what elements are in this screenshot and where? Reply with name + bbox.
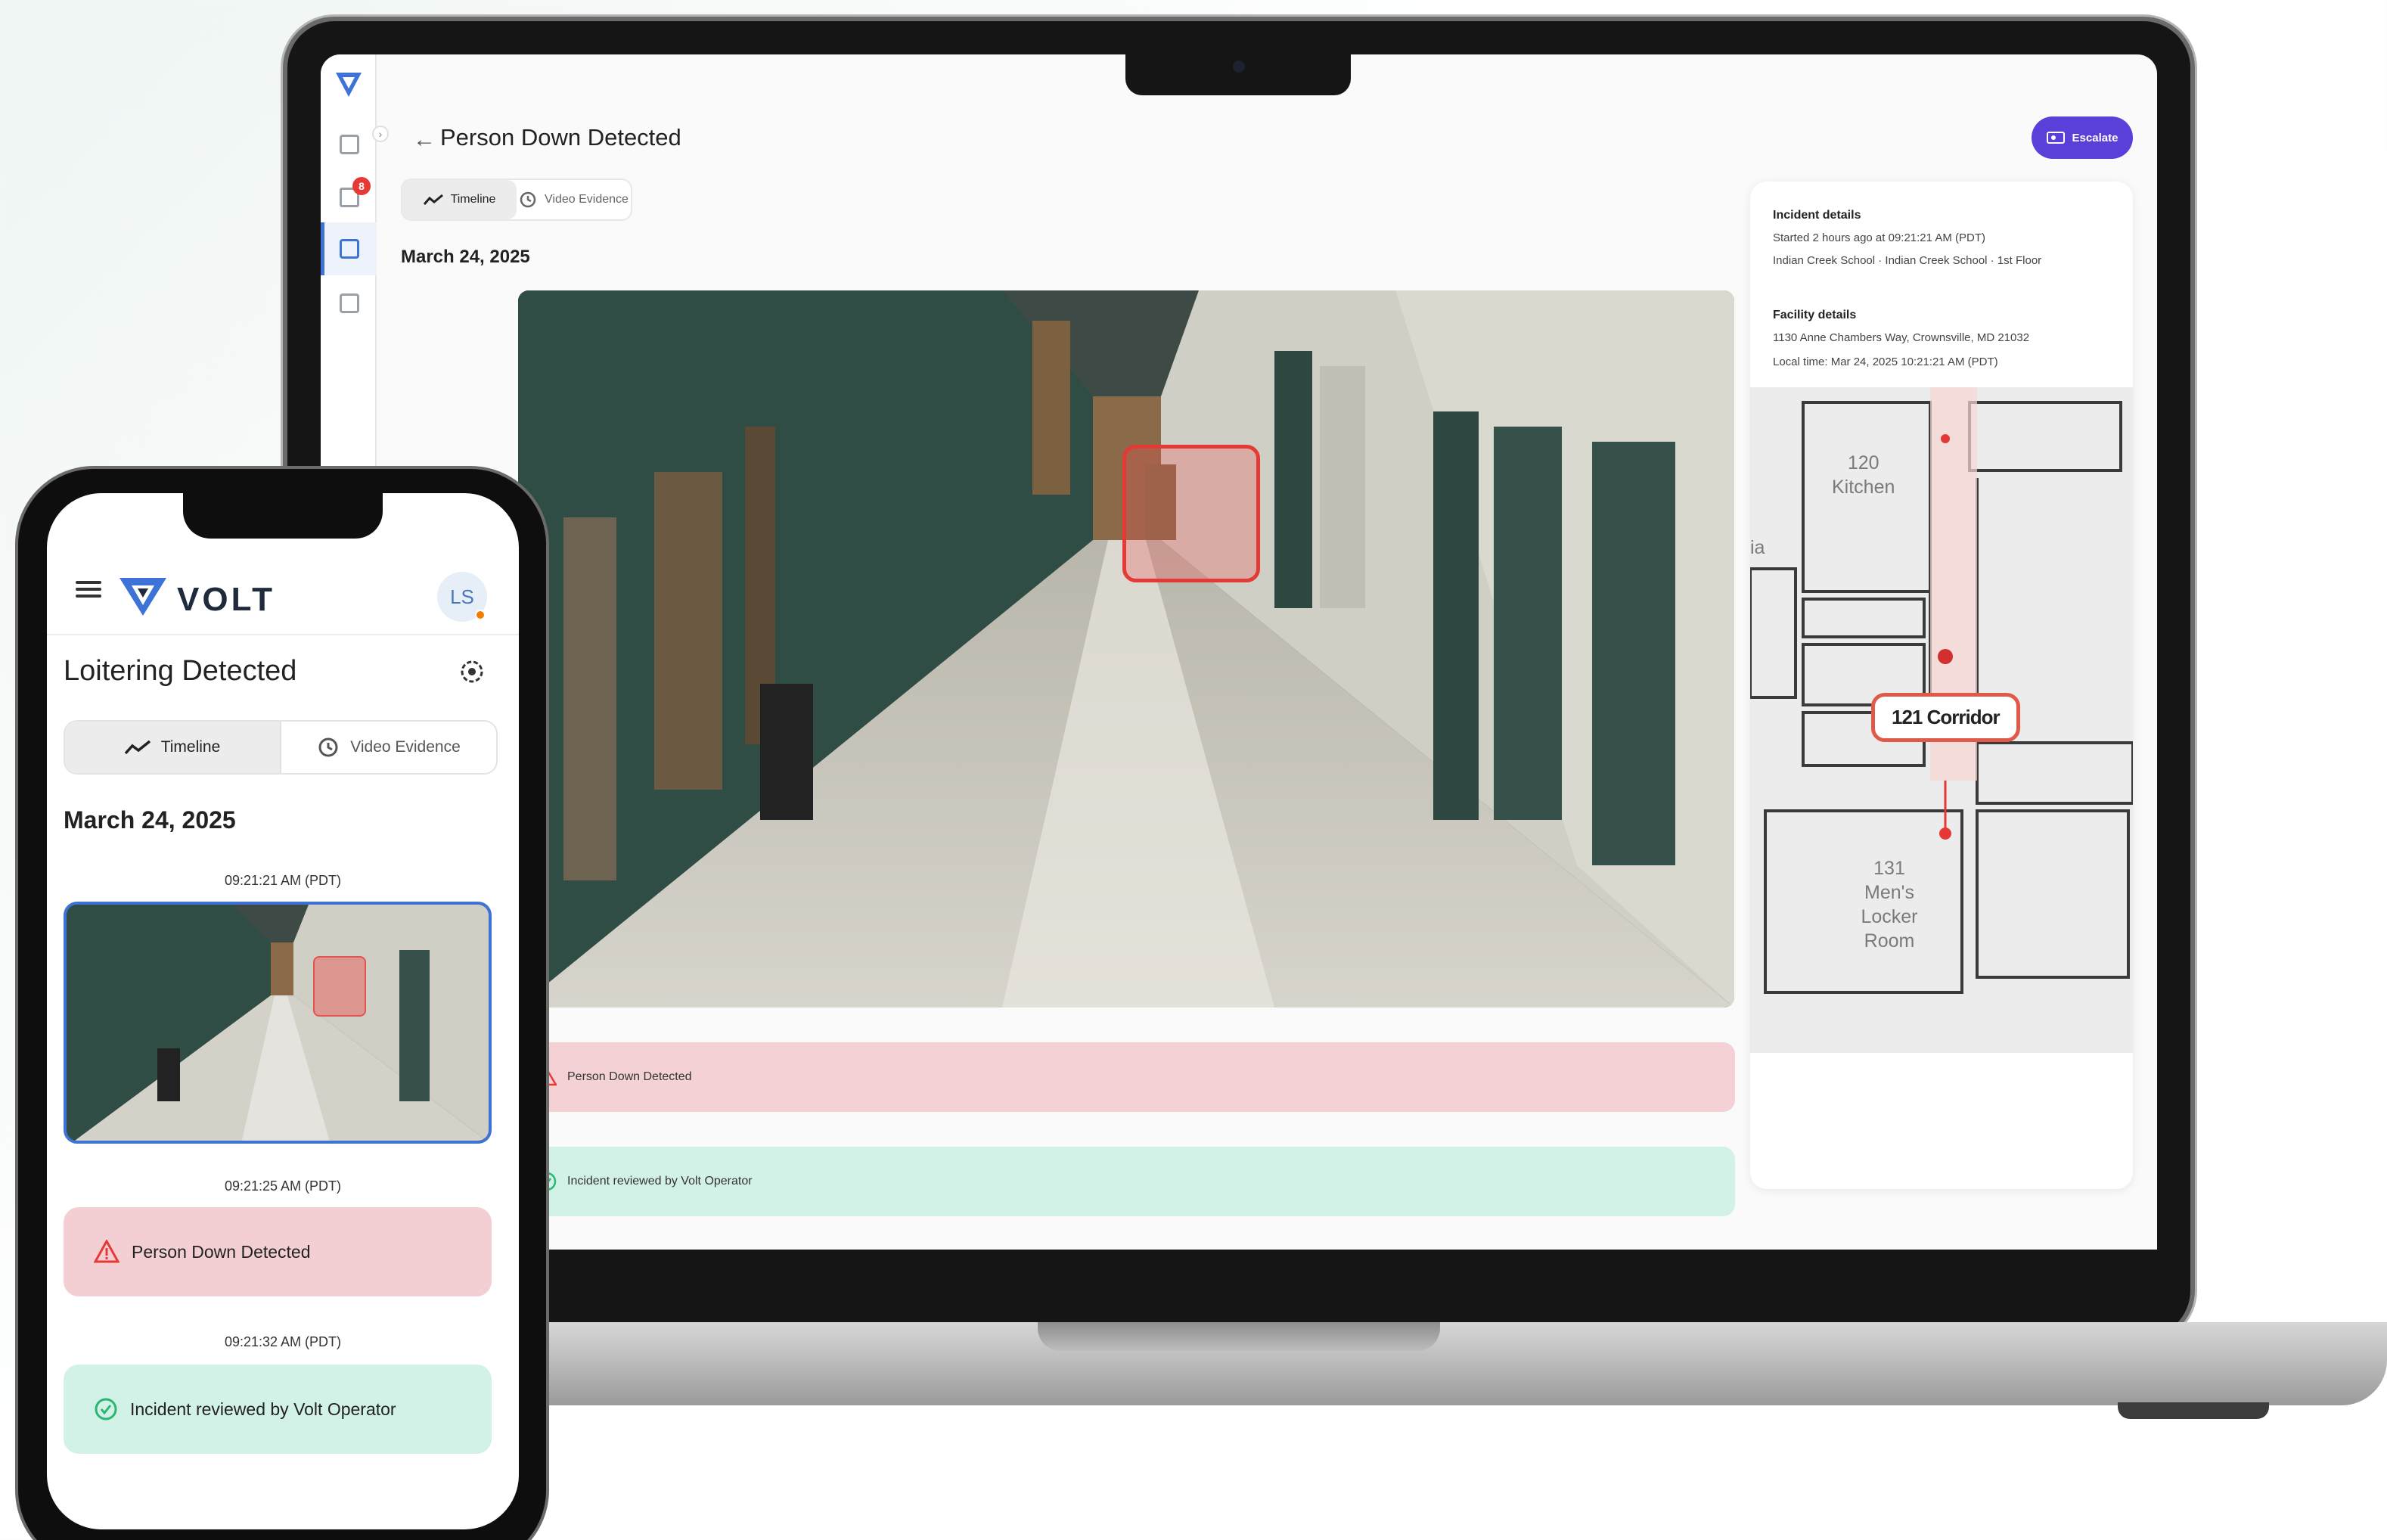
event-card-alert[interactable]: Person Down Detected xyxy=(537,1042,1735,1112)
event-label: Person Down Detected xyxy=(567,1070,692,1083)
tab-timeline[interactable]: Timeline xyxy=(402,180,517,219)
incident-location: Indian Creek School · Indian Creek Schoo… xyxy=(1773,254,2042,267)
timeline-card-label: Person Down Detected xyxy=(132,1241,311,1262)
volt-logo-icon[interactable] xyxy=(118,573,168,617)
tab-video-evidence[interactable]: Video Evidence xyxy=(517,180,631,219)
map-location-label[interactable]: 121 Corridor xyxy=(1871,693,2020,742)
tab-label: Timeline xyxy=(450,193,496,206)
target-settings-icon[interactable] xyxy=(458,658,486,685)
page-title: Person Down Detected xyxy=(440,124,681,151)
detection-bounding-box xyxy=(313,956,366,1017)
document-icon[interactable] xyxy=(340,239,359,259)
facility-local-time: Local time: Mar 24, 2025 10:21:21 AM (PD… xyxy=(1773,356,1998,368)
laptop-foot xyxy=(2118,1402,2269,1419)
laptop-groove xyxy=(1038,1322,1440,1351)
video-thumbnail[interactable] xyxy=(64,902,492,1144)
facility-details-heading: Facility details xyxy=(1773,309,1857,321)
facility-address: 1130 Anne Chambers Way, Crownsville, MD … xyxy=(1773,331,2030,344)
room-label-partial: ia xyxy=(1750,537,1765,558)
event-label: Incident reviewed by Volt Operator xyxy=(567,1175,753,1188)
hallway-thumbnail-image xyxy=(67,905,489,1141)
phone-notch xyxy=(183,493,383,539)
video-frame[interactable] xyxy=(518,290,1734,1008)
check-circle-icon xyxy=(95,1398,117,1420)
trend-line-icon xyxy=(423,194,443,205)
volt-logo-icon[interactable] xyxy=(333,68,365,100)
laptop-screen: › 8 ← Person Down Detected Escalate Time… xyxy=(321,54,2157,1250)
incident-started: Started 2 hours ago at 09:21:21 AM (PDT) xyxy=(1773,231,1985,244)
tab-label: Video Evidence xyxy=(545,193,629,206)
phone-header: VOLT LS xyxy=(47,560,519,635)
timeline-timestamp: 09:21:25 AM (PDT) xyxy=(224,1178,342,1194)
timeline-timestamp: 09:21:32 AM (PDT) xyxy=(224,1334,342,1349)
sidebar-expand-chevron-icon[interactable]: › xyxy=(372,126,389,142)
notification-badge: 8 xyxy=(352,177,371,195)
details-panel: Incident details Started 2 hours ago at … xyxy=(1750,182,2133,1189)
camera-icon xyxy=(1233,61,1245,73)
phone-view-tabs: Timeline Video Evidence xyxy=(64,720,498,775)
detection-bounding-box[interactable] xyxy=(1122,445,1260,582)
floor-map[interactable]: 120 Kitchen 131 Men's Locker Room ia 121 Cor… xyxy=(1750,387,2133,1053)
laptop-notch xyxy=(1125,51,1351,95)
status-dot xyxy=(475,610,486,620)
escalate-button[interactable]: Escalate xyxy=(2032,116,2133,159)
room-label-locker: 131 Men's Locker Room xyxy=(1861,858,1918,952)
hallway-camera-image xyxy=(518,290,1734,1008)
timeline-date: March 24, 2025 xyxy=(401,247,530,267)
timeline-timestamp: 09:21:21 AM (PDT) xyxy=(224,873,342,888)
phone-page-title: Loitering Detected xyxy=(64,655,297,687)
phone-screen: VOLT LS Loitering Detected Timeline Vide… xyxy=(47,493,519,1529)
tab-label: Video Evidence xyxy=(350,738,461,756)
back-arrow-icon[interactable]: ← xyxy=(413,127,436,153)
hamburger-menu-icon[interactable] xyxy=(76,581,101,599)
phone-timeline-date: March 24, 2025 xyxy=(64,806,236,834)
event-card-review[interactable]: Incident reviewed by Volt Operator xyxy=(537,1147,1735,1216)
incident-details-heading: Incident details xyxy=(1773,209,1861,222)
brand-name: VOLT xyxy=(177,581,276,618)
timeline-card-alert[interactable]: Person Down Detected xyxy=(64,1207,492,1296)
id-card-icon xyxy=(2046,132,2065,144)
timeline-card-review[interactable]: Incident reviewed by Volt Operator xyxy=(64,1365,492,1454)
tab-video-evidence[interactable]: Video Evidence xyxy=(281,722,496,773)
timeline-card-label: Incident reviewed by Volt Operator xyxy=(130,1399,396,1419)
dashboard-icon[interactable] xyxy=(340,135,359,154)
history-icon xyxy=(520,191,536,208)
escalate-label: Escalate xyxy=(2072,131,2119,144)
room-label-kitchen: 120 Kitchen xyxy=(1832,452,1895,498)
building-icon[interactable] xyxy=(340,293,359,313)
history-icon xyxy=(318,737,338,757)
tab-timeline[interactable]: Timeline xyxy=(65,722,281,773)
view-tabs: Timeline Video Evidence xyxy=(401,179,632,221)
trend-line-icon xyxy=(124,740,151,755)
tab-label: Timeline xyxy=(160,738,221,756)
warning-icon xyxy=(94,1240,120,1263)
